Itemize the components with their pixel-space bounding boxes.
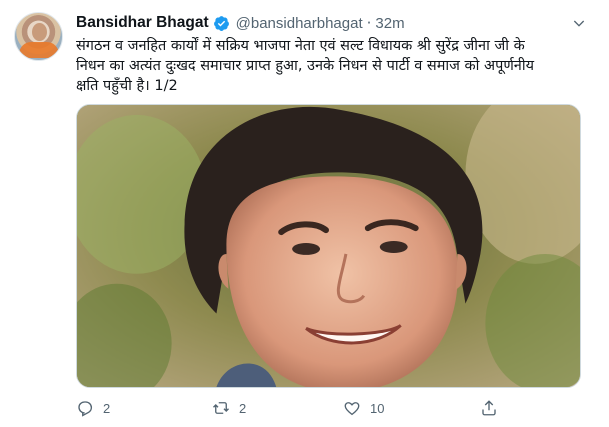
reply-count: 2 bbox=[103, 400, 111, 416]
tweet-text-line: क्षति पहुँची है। 1/2 bbox=[76, 78, 178, 94]
tweet-card[interactable]: Bansidhar Bhagat @bansidharbhagat · 32m … bbox=[0, 0, 609, 427]
author-avatar[interactable] bbox=[14, 12, 63, 61]
tweet-text-line: निधन का अत्यंत दुःखद समाचार प्राप्त हुआ,… bbox=[76, 58, 535, 74]
chevron-down-icon[interactable] bbox=[571, 15, 587, 31]
author-handle[interactable]: @bansidharbhagat bbox=[236, 15, 363, 32]
reply-button[interactable]: 2 bbox=[76, 396, 110, 420]
tweet-text-line: संगठन व जनहित कार्यों में सक्रिय भाजपा न… bbox=[76, 38, 525, 54]
like-count: 10 bbox=[370, 400, 385, 416]
author-name[interactable]: Bansidhar Bhagat bbox=[76, 14, 209, 32]
retweet-button[interactable]: 2 bbox=[212, 396, 246, 420]
retweet-icon bbox=[213, 402, 229, 414]
tweet-header: Bansidhar Bhagat @bansidharbhagat · 32m bbox=[76, 13, 405, 33]
heart-icon bbox=[344, 402, 360, 416]
verified-badge-icon bbox=[213, 15, 229, 31]
tweet-timestamp[interactable]: 32m bbox=[375, 15, 404, 32]
retweet-count: 2 bbox=[239, 400, 247, 416]
tweet-text: संगठन व जनहित कार्यों में सक्रिय भाजपा न… bbox=[76, 36, 588, 96]
header-separator: · bbox=[366, 14, 372, 32]
avatar-face bbox=[32, 23, 47, 41]
reply-icon bbox=[78, 401, 93, 417]
share-icon bbox=[482, 400, 496, 416]
share-button[interactable] bbox=[480, 396, 498, 420]
like-button[interactable]: 10 bbox=[343, 396, 384, 420]
avatar-saffron-stole bbox=[19, 42, 59, 58]
tweet-actions: 2 2 10 bbox=[76, 396, 506, 420]
tweet-photo[interactable] bbox=[76, 104, 581, 388]
portrait-photo-illustration bbox=[77, 105, 580, 387]
